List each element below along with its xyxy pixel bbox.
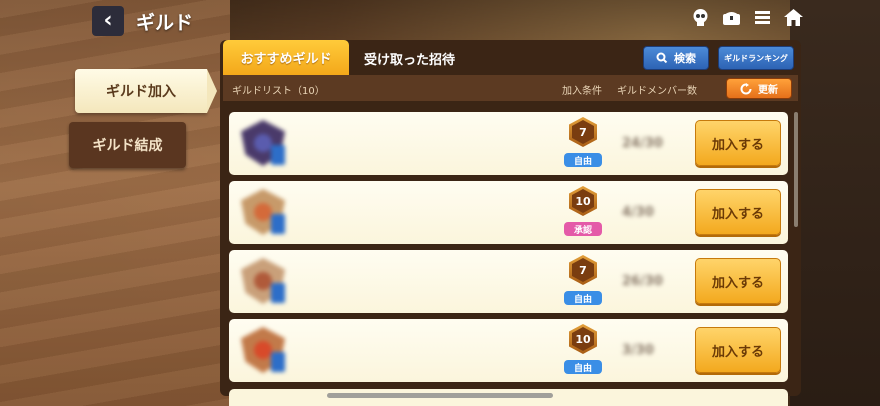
search-label: 検索 — [674, 52, 696, 65]
emblem-tag — [271, 145, 285, 165]
member-count: 26/30 — [622, 274, 663, 289]
list-title: ギルドリスト（10） — [232, 86, 325, 97]
member-count: 24/30 — [622, 136, 663, 151]
refresh-label: 更新 — [758, 85, 778, 96]
guild-emblem — [237, 118, 293, 170]
horizontal-scrollbar[interactable] — [327, 393, 553, 398]
guild-level: 10 — [572, 327, 594, 351]
emblem-core — [254, 203, 272, 221]
column-members: ギルドメンバー数 — [617, 86, 697, 97]
home-icon[interactable] — [783, 7, 804, 28]
emblem-core — [254, 341, 272, 359]
guild-row: 10 承認 4/30 加入する — [229, 181, 788, 244]
guild-row: 10 自由 3/30 加入する — [229, 319, 788, 382]
emblem-tag — [271, 283, 285, 303]
top-bar: ‹ ギルド — [0, 0, 880, 40]
guild-level-badge: 10 — [569, 324, 597, 354]
tab-recommended[interactable]: おすすめギルド — [223, 40, 349, 75]
tab-label: おすすめギルド — [240, 52, 332, 67]
guild-level-badge: 7 — [569, 255, 597, 285]
join-button[interactable]: 加入する — [695, 189, 781, 235]
member-count: 4/30 — [622, 205, 654, 220]
guild-level: 7 — [572, 258, 594, 282]
guild-level-badge: 10 — [569, 186, 597, 216]
emblem-core — [254, 134, 272, 152]
chevron-left-icon: ‹ — [103, 8, 113, 33]
back-button[interactable]: ‹ — [92, 6, 124, 36]
sidebar-item-label: ギルド加入 — [106, 84, 176, 100]
condition-badge: 自由 — [564, 360, 602, 374]
guild-level: 10 — [572, 189, 594, 213]
join-button[interactable]: 加入する — [695, 258, 781, 304]
condition-badge: 自由 — [564, 291, 602, 305]
guild-level: 7 — [572, 120, 594, 144]
join-button[interactable]: 加入する — [695, 120, 781, 166]
sidebar-item-create[interactable]: ギルド結成 — [69, 122, 186, 168]
sidebar-item-join[interactable]: ギルド加入 — [75, 69, 217, 113]
search-button[interactable]: 検索 — [643, 46, 709, 70]
emblem-tag — [271, 214, 285, 234]
ranking-label: ギルドランキング — [724, 53, 788, 63]
condition-badge: 自由 — [564, 153, 602, 167]
guild-level-badge: 7 — [569, 117, 597, 147]
refresh-button[interactable]: 更新 — [726, 78, 792, 99]
ranking-button[interactable]: ギルドランキング — [718, 46, 794, 70]
member-count: 3/30 — [622, 343, 654, 358]
join-button[interactable]: 加入する — [695, 327, 781, 373]
menu-icon[interactable] — [752, 7, 773, 28]
column-condition: 加入条件 — [562, 86, 602, 97]
tab-invitations[interactable]: 受け取った招待 — [364, 49, 455, 68]
page-title: ギルド — [136, 12, 194, 34]
refresh-icon — [740, 82, 752, 94]
search-icon — [656, 52, 668, 64]
guild-emblem — [237, 187, 293, 239]
top-icons — [690, 7, 804, 28]
vertical-scrollbar[interactable] — [794, 112, 798, 227]
background-right — [790, 0, 880, 406]
chest-icon[interactable] — [721, 7, 742, 28]
condition-badge: 承認 — [564, 222, 602, 236]
emblem-tag — [271, 352, 285, 372]
emblem-core — [254, 272, 272, 290]
background-left — [0, 0, 230, 406]
tab-label: 受け取った招待 — [364, 53, 456, 68]
guild-row: 7 自由 24/30 加入する — [229, 112, 788, 175]
guild-emblem — [237, 256, 293, 308]
guild-emblem — [237, 325, 293, 377]
guild-row: 7 自由 26/30 加入する — [229, 250, 788, 313]
sidebar-item-label: ギルド結成 — [92, 138, 163, 154]
skull-icon[interactable] — [690, 7, 711, 28]
